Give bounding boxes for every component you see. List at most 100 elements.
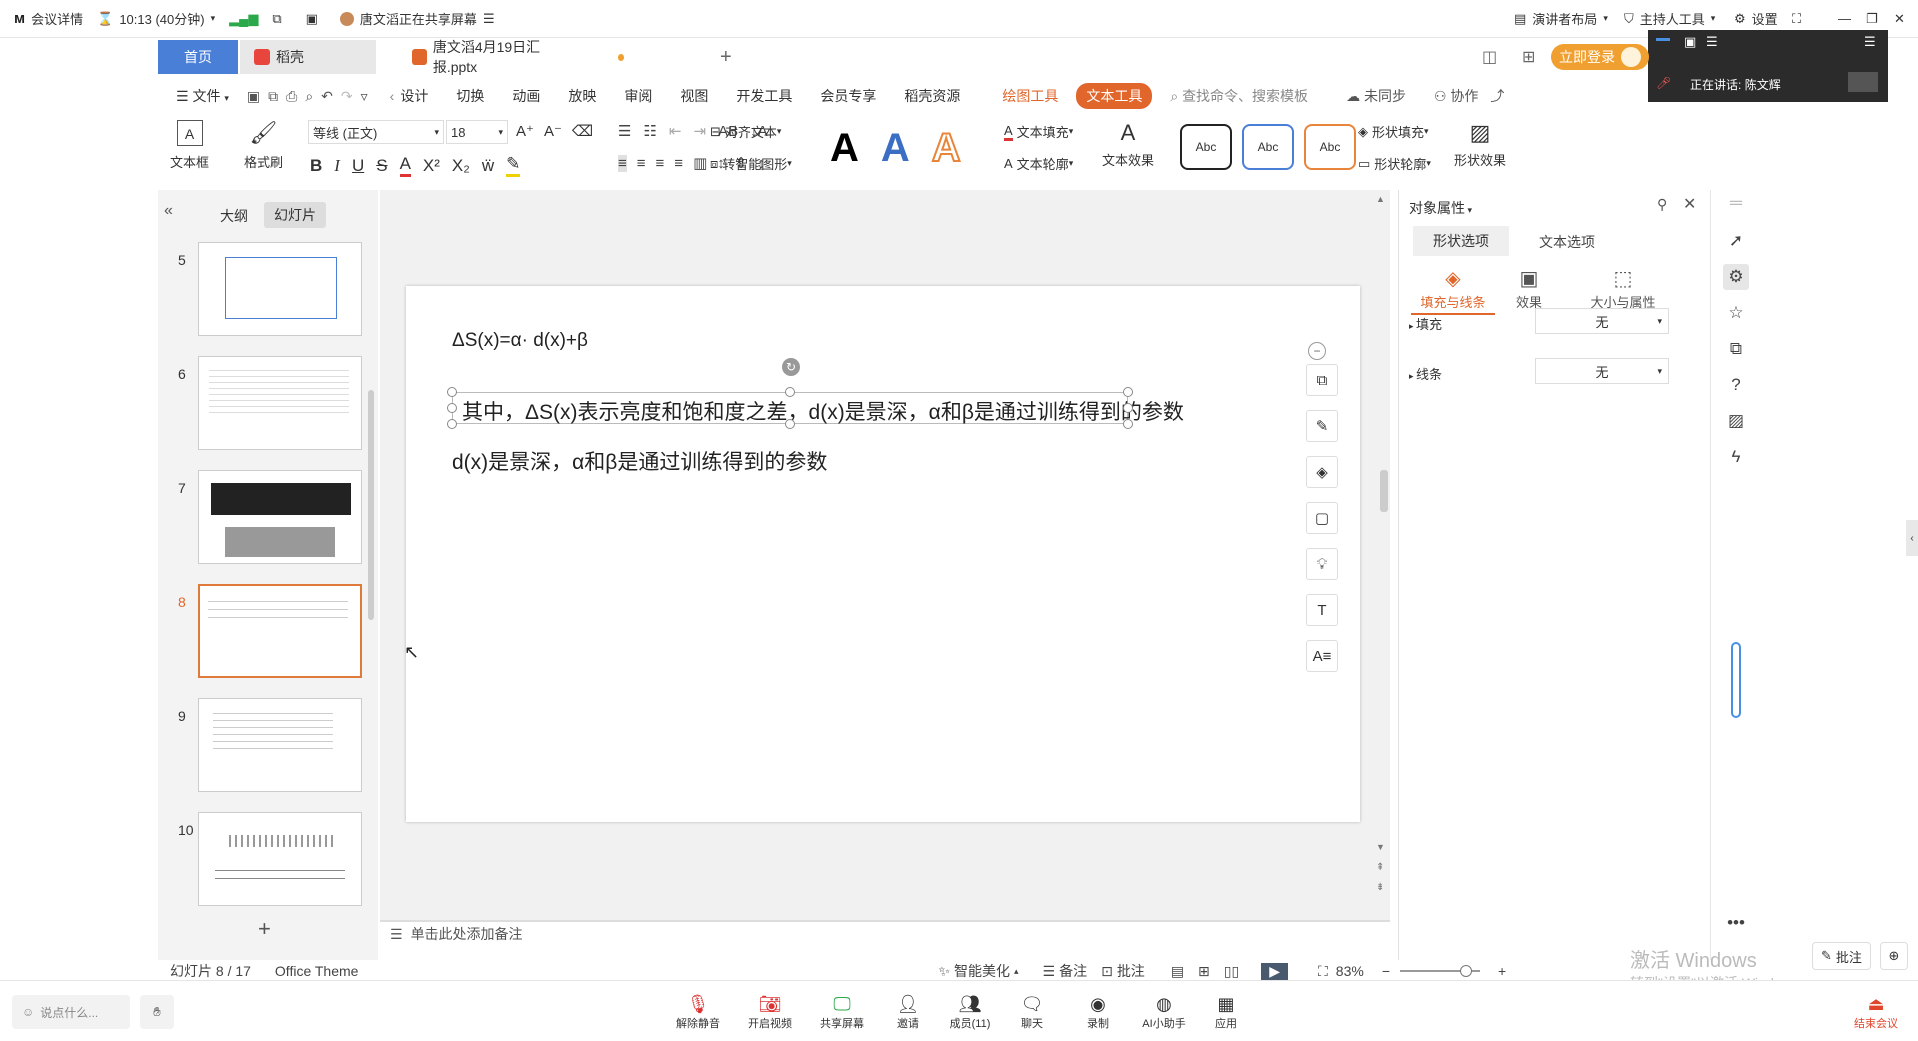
pin-icon[interactable]: ⚲ [1657, 196, 1667, 213]
text-effect-button[interactable]: A 文本效果 [1102, 120, 1154, 169]
grid-icon[interactable]: ⊞ [1508, 40, 1549, 74]
sharing-status[interactable]: 唐文滔正在共享屏幕 ☰ [339, 9, 495, 28]
superscript-icon[interactable]: X² [423, 156, 440, 176]
tab-docer[interactable]: 稻壳 [240, 40, 376, 74]
share-icon[interactable]: ⤴ [1490, 86, 1504, 106]
menu-view[interactable]: 视图 [680, 86, 708, 106]
slide-canvas[interactable]: ΔS(x)=α· d(x)+β 其中，ΔS(x)表示亮度和饱和度之差，d(x)是… [406, 286, 1360, 822]
scroll-up-icon[interactable]: ▲ [1376, 194, 1385, 204]
export-icon[interactable]: ⧉ [268, 88, 286, 104]
menu-draw-tools[interactable]: 绘图工具 [1002, 86, 1058, 106]
shrink-font-icon[interactable]: A⁻ [544, 122, 562, 140]
prev-slide-icon[interactable]: ⇞ [1376, 862, 1384, 873]
undo-icon[interactable]: ↶ [321, 88, 341, 104]
reading-view-icon[interactable]: ▯▯ [1224, 963, 1239, 980]
ai-assistant-button[interactable]: ◍ AI小助手 [1134, 993, 1194, 1031]
resize-handle[interactable] [1123, 387, 1133, 397]
slide-thumbnail-7[interactable] [198, 470, 362, 564]
normal-view-icon[interactable]: ▤ [1171, 963, 1184, 980]
text-style-orange[interactable]: A [931, 125, 962, 171]
login-button[interactable]: 立即登录 [1551, 44, 1649, 70]
outdent-icon[interactable]: ⇤ [669, 122, 682, 140]
italic-icon[interactable]: I [334, 156, 340, 176]
magnifier-icon[interactable]: ⊕ [1880, 942, 1908, 970]
zoom-slider-handle[interactable] [1460, 965, 1473, 977]
align-left-icon[interactable]: ≡ [618, 154, 627, 172]
fullscreen-icon[interactable]: ⛶ [1792, 11, 1801, 27]
share-screen-button[interactable]: 🖵 共享屏幕 [812, 993, 872, 1031]
zoom-out-icon[interactable]: − [1382, 963, 1390, 979]
share-stop-icon[interactable]: ▣ [306, 11, 318, 27]
resize-handle[interactable] [447, 403, 457, 413]
redo-icon[interactable]: ↷ [341, 88, 361, 104]
resize-handle[interactable] [447, 387, 457, 397]
underline-icon[interactable]: U [352, 156, 364, 176]
indent-icon[interactable]: ⇥ [693, 122, 706, 140]
tab-text-options[interactable]: 文本选项 [1539, 232, 1595, 252]
menu-text-tools[interactable]: 文本工具 [1076, 83, 1153, 109]
restore-icon[interactable]: ❐ [1866, 11, 1878, 27]
fit-icon[interactable]: ⛶ [1318, 963, 1328, 980]
shape-style-orange[interactable]: Abc [1304, 124, 1356, 170]
video-button[interactable]: 📷︎ 开启视频 [740, 993, 800, 1031]
side-expand-icon[interactable]: ‹ [1906, 520, 1918, 556]
members-button[interactable]: 👥︎ 成员(11) [940, 993, 1000, 1031]
smart-beautify-button[interactable]: ✨︎ 智能美化 ▴ [938, 961, 1018, 981]
print-icon[interactable]: ⎙ [286, 88, 305, 104]
collab-button[interactable]: ⚇ 协作 [1434, 86, 1478, 106]
font-size-select[interactable]: 18 ▾ [446, 120, 508, 144]
shape-style-black[interactable]: Abc [1180, 124, 1232, 170]
tab-slides[interactable]: 幻灯片 [264, 202, 326, 228]
text-fill-button[interactable]: A 文本填充 ▾ [1004, 122, 1073, 141]
menu-slideshow[interactable]: 放映 [568, 86, 596, 106]
fill-row-label[interactable]: ▸ 填充 [1409, 314, 1442, 333]
more-dots-icon[interactable]: ••• [1723, 910, 1749, 936]
menu-scroll-left-icon[interactable]: ‹ [390, 88, 395, 104]
subtab-size-properties[interactable]: ⬚ 大小与属性 [1575, 266, 1671, 311]
record-button[interactable]: ◉ 录制 [1068, 993, 1128, 1031]
lightning-icon[interactable]: ϟ [1723, 444, 1749, 470]
line-select[interactable]: 无 ▾ [1535, 358, 1669, 384]
align-center-icon[interactable]: ≡ [637, 155, 646, 172]
unmute-button[interactable]: 🎙︎ 解除静音 [668, 993, 728, 1031]
fill-bucket-icon[interactable]: ◈ [1306, 456, 1338, 488]
notes-input[interactable]: ☰ 单击此处添加备注 [390, 924, 523, 944]
grow-font-icon[interactable]: A⁺ [516, 122, 534, 140]
add-slide-button[interactable]: + [258, 916, 271, 942]
close-panel-icon[interactable]: ✕ [1683, 194, 1696, 214]
text-convert-icon[interactable]: T [1306, 594, 1338, 626]
image-icon[interactable]: ▨ [1723, 408, 1749, 434]
annotate-button[interactable]: ✎ 批注 [1812, 942, 1871, 970]
menu-review[interactable]: 审阅 [624, 86, 652, 106]
chat-button[interactable]: 🗨︎ 聊天 [1002, 993, 1062, 1031]
next-slide-icon[interactable]: ⇟ [1376, 882, 1384, 893]
scroll-down-icon[interactable]: ▼ [1376, 842, 1385, 852]
new-tab-button[interactable]: + [706, 40, 746, 74]
numbering-icon[interactable]: ☷ [643, 122, 656, 140]
signal-icon[interactable]: ▂▄▆ [229, 11, 258, 27]
raise-hand-icon[interactable]: ✋︎ [140, 995, 174, 1029]
preview-icon[interactable]: ⌕ [305, 88, 321, 104]
subtab-effect[interactable]: ▣ 效果 [1499, 266, 1559, 311]
zoom-in-icon[interactable]: + [1498, 963, 1506, 979]
font-name-select[interactable]: 等线 (正文) ▾ [308, 120, 444, 144]
panel-title[interactable]: 对象属性 ▾ [1409, 198, 1472, 218]
theme-name[interactable]: Office Theme [275, 963, 359, 979]
settings-button[interactable]: ⚙ 设置 [1734, 9, 1778, 28]
subscript-icon[interactable]: X₂ [452, 156, 470, 176]
resize-handle[interactable] [1123, 419, 1133, 429]
minimize-icon[interactable]: — [1838, 11, 1851, 26]
shape-style-blue[interactable]: Abc [1242, 124, 1294, 170]
slide-thumbnail-9[interactable] [198, 698, 362, 792]
pen-icon[interactable]: ✎ [1306, 410, 1338, 442]
frame-icon[interactable]: ▢ [1306, 502, 1338, 534]
sorter-view-icon[interactable]: ⊞ [1198, 963, 1210, 980]
popout-icon[interactable]: ⧉ [272, 11, 281, 27]
textbox-button[interactable]: A 文本框 [170, 120, 209, 171]
fill-select[interactable]: 无 ▾ [1535, 308, 1669, 334]
align-right-icon[interactable]: ≡ [656, 155, 665, 172]
menu-member[interactable]: 会员专享 [820, 86, 876, 106]
strikethrough-icon[interactable]: S [376, 156, 387, 176]
close-icon[interactable]: ✕ [1894, 11, 1905, 27]
end-meeting-button[interactable]: ⏏︎ 结束会议 [1846, 993, 1906, 1031]
